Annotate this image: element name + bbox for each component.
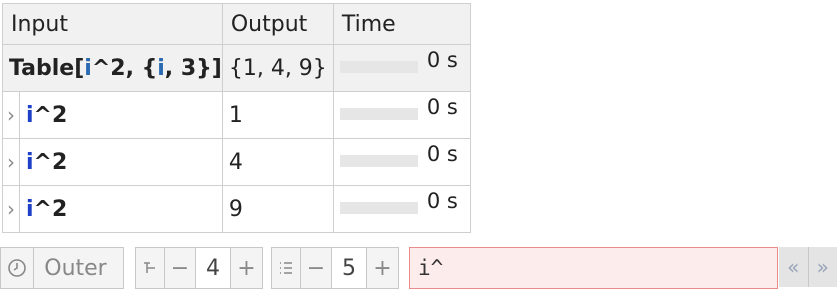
time-value: 0 s <box>426 48 458 72</box>
top-time: 0 s <box>332 44 471 92</box>
row-output: 9 <box>221 185 334 233</box>
header-input: Input <box>2 3 223 45</box>
row-time: 0 s <box>332 91 471 139</box>
depth-stepper[interactable]: − 4 + <box>135 247 263 289</box>
chevron-right-icon[interactable]: › <box>3 103 19 127</box>
row-expression: i ^2 <box>19 92 67 138</box>
outer-button[interactable]: Outer <box>0 247 124 289</box>
row-expression: i ^2 <box>19 186 67 232</box>
expr-var: i <box>157 55 165 81</box>
expr-part: ^2, { <box>91 55 158 81</box>
row-input: › i ^2 <box>2 185 223 233</box>
header-output: Output <box>221 3 334 45</box>
table-row[interactable]: › i ^2 9 0 s <box>2 185 471 233</box>
outer-label: Outer <box>33 248 123 288</box>
expr-var: i <box>26 196 34 222</box>
table-row-top[interactable]: Table[i^2, {i, 3}] {1, 4, 9} 0 s <box>2 44 471 92</box>
search-input[interactable] <box>410 255 777 281</box>
expr-part: ^2 <box>33 149 68 175</box>
search-field[interactable] <box>409 247 778 289</box>
items-minus-button[interactable]: − <box>300 248 331 288</box>
row-time: 0 s <box>332 138 471 186</box>
items-value: 5 <box>331 248 366 288</box>
row-input: › i ^2 <box>2 138 223 186</box>
previous-match-button[interactable]: « <box>779 247 808 287</box>
chevron-right-icon[interactable]: › <box>3 150 19 174</box>
clock-icon <box>1 248 33 288</box>
time-value: 0 s <box>426 142 458 166</box>
row-input: › i ^2 <box>2 91 223 139</box>
table-row[interactable]: › i ^2 1 0 s <box>2 91 471 139</box>
row-output: 4 <box>221 138 334 186</box>
time-value: 0 s <box>426 95 458 119</box>
expr-var: i <box>26 149 34 175</box>
row-output: 1 <box>221 91 334 139</box>
expr-var: i <box>84 55 92 81</box>
trace-table: Input Output Time Table[i^2, {i, 3}] {1,… <box>2 3 471 233</box>
top-output: {1, 4, 9} <box>221 44 334 92</box>
match-navigation: « » <box>779 247 837 287</box>
header-row: Input Output Time <box>2 3 471 45</box>
depth-minus-button[interactable]: − <box>164 248 195 288</box>
expr-part: ^2 <box>33 102 68 128</box>
time-bar <box>339 155 418 167</box>
header-time: Time <box>332 3 471 45</box>
top-input: Table[i^2, {i, 3}] <box>2 44 223 92</box>
time-value: 0 s <box>426 189 458 213</box>
time-bar <box>339 202 418 214</box>
expr-var: i <box>26 102 34 128</box>
items-plus-button[interactable]: + <box>366 248 398 288</box>
expr-part: Table[ <box>9 55 85 81</box>
row-expression: i ^2 <box>19 139 67 185</box>
row-time: 0 s <box>332 185 471 233</box>
time-bar <box>339 108 418 120</box>
time-bar <box>339 61 418 73</box>
table-row[interactable]: › i ^2 4 0 s <box>2 138 471 186</box>
depth-value: 4 <box>195 248 230 288</box>
depth-icon <box>136 248 164 288</box>
depth-plus-button[interactable]: + <box>230 248 262 288</box>
expr-part: , 3}] <box>164 55 222 81</box>
chevron-right-icon[interactable]: › <box>3 197 19 221</box>
next-match-button[interactable]: » <box>807 247 838 287</box>
items-stepper[interactable]: − 5 + <box>271 247 399 289</box>
list-icon <box>272 248 300 288</box>
expr-part: ^2 <box>33 196 68 222</box>
